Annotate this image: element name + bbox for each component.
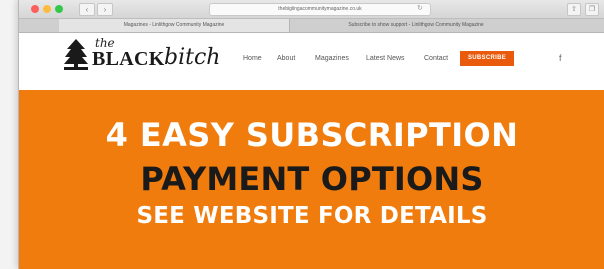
browser-window: ‹ › thebiglingacommunitymagazine.co.uk ↻… [18, 0, 604, 269]
nav-magazines[interactable]: Magazines [315, 55, 349, 62]
tabs-icon: ❐ [588, 6, 596, 13]
nav-home[interactable]: Home [243, 55, 262, 62]
address-bar[interactable]: thebiglingacommunitymagazine.co.uk [209, 3, 431, 16]
banner-subheadline: PAYMENT OPTIONS [140, 160, 484, 198]
facebook-icon[interactable]: f [559, 53, 562, 63]
tabs-button[interactable]: ❐ [585, 3, 599, 16]
logo-text-bitch: bitch [164, 45, 221, 70]
tab-magazines[interactable]: Magazines - Linlithgow Community Magazin… [59, 19, 290, 32]
site-header: the BLACK bitch Home About Magazines Lat… [19, 33, 604, 83]
zoom-window-button[interactable] [55, 5, 63, 13]
chevron-right-icon: › [103, 5, 107, 14]
promo-banner: 4 EASY SUBSCRIPTION PAYMENT OPTIONS SEE … [19, 90, 604, 269]
close-window-button[interactable] [31, 5, 39, 13]
minimize-window-button[interactable] [43, 5, 51, 13]
back-button[interactable]: ‹ [79, 3, 95, 16]
tab-subscribe[interactable]: Subscribe to show support - Linlithgow C… [291, 19, 541, 32]
site-logo[interactable]: the BLACK bitch [61, 36, 271, 77]
forward-button[interactable]: › [97, 3, 113, 16]
reload-icon[interactable]: ↻ [417, 3, 423, 14]
nav-contact[interactable]: Contact [424, 55, 448, 62]
logo-text-black: BLACK [92, 48, 165, 70]
banner-details-text: SEE WEBSITE FOR DETAILS [136, 203, 488, 229]
tab-bar: Magazines - Linlithgow Community Magazin… [19, 19, 604, 33]
nav-latest-news[interactable]: Latest News [366, 55, 405, 62]
browser-toolbar: ‹ › thebiglingacommunitymagazine.co.uk ↻… [19, 0, 604, 19]
share-icon: ⇧ [571, 6, 577, 13]
share-button[interactable]: ⇧ [567, 3, 581, 16]
chevron-left-icon: ‹ [85, 5, 89, 14]
banner-headline: 4 EASY SUBSCRIPTION [105, 116, 519, 154]
subscribe-button[interactable]: SUBSCRIBE [460, 51, 514, 66]
web-page: the BLACK bitch Home About Magazines Lat… [19, 33, 604, 269]
tree-logo-icon [64, 39, 88, 70]
nav-about[interactable]: About [277, 55, 295, 62]
